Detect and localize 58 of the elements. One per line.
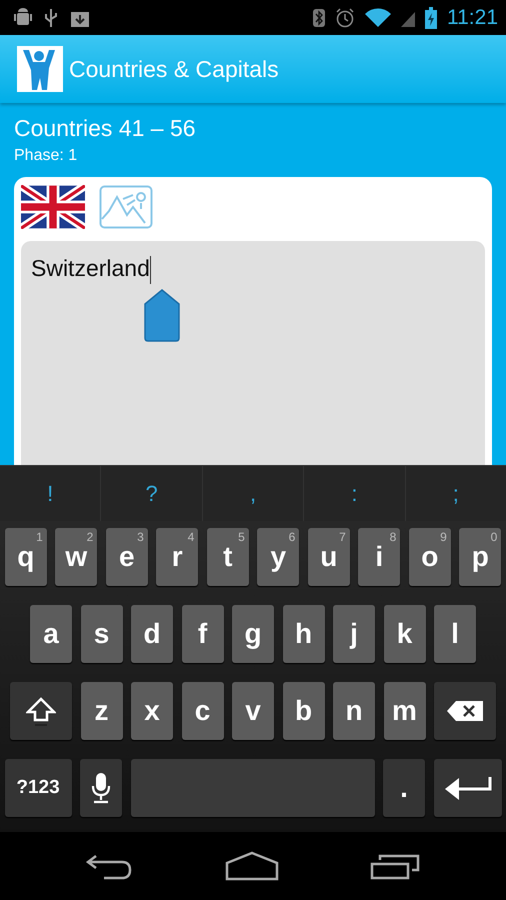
app-logo-icon[interactable]: [17, 46, 63, 92]
home-icon[interactable]: [224, 851, 279, 881]
letter-key[interactable]: g: [232, 605, 274, 663]
answer-field[interactable]: Switzerland: [21, 241, 485, 465]
letter-key[interactable]: 1 q: [4, 528, 47, 586]
backspace-icon: [446, 700, 484, 722]
letter-key[interactable]: h: [282, 605, 324, 663]
letter-key[interactable]: x: [131, 682, 173, 740]
letter-key[interactable]: z: [80, 682, 122, 740]
suggestion-key[interactable]: ?: [100, 466, 202, 521]
letter-key[interactable]: c: [182, 682, 224, 740]
letter-key[interactable]: 4 r: [156, 528, 198, 586]
letter-key[interactable]: d: [131, 605, 173, 663]
suggestion-key[interactable]: ,: [202, 466, 304, 521]
suggestion-key[interactable]: !: [0, 466, 100, 521]
letter-key[interactable]: j: [333, 605, 375, 663]
cursor-handle[interactable]: [143, 288, 181, 342]
letter-key[interactable]: s: [80, 605, 122, 663]
android-icon: [14, 8, 32, 28]
symbols-key[interactable]: ?123: [4, 759, 72, 817]
letter-key[interactable]: 0 p: [459, 528, 502, 586]
delete-key[interactable]: [434, 682, 496, 740]
letter-key[interactable]: v: [232, 682, 274, 740]
letter-key[interactable]: n: [333, 682, 375, 740]
letter-key[interactable]: 9 o: [408, 528, 451, 586]
letter-key[interactable]: m: [384, 682, 426, 740]
letter-key[interactable]: 7 u: [308, 528, 350, 586]
letter-key[interactable]: 6 y: [257, 528, 300, 586]
alarm-icon: [335, 8, 355, 28]
letter-key[interactable]: 2 w: [55, 528, 98, 586]
letter-key[interactable]: l: [434, 605, 476, 663]
app-title: Countries & Capitals: [69, 56, 279, 82]
letter-key[interactable]: 8 i: [358, 528, 400, 586]
letter-key[interactable]: 5 t: [206, 528, 249, 586]
phase-label: Phase: 1: [14, 147, 78, 165]
usb-icon: [44, 8, 58, 28]
letter-key[interactable]: 3 e: [106, 528, 148, 586]
shift-icon: [26, 696, 56, 726]
suggestion-key[interactable]: :: [303, 466, 405, 521]
shift-key[interactable]: [10, 682, 72, 740]
letter-key[interactable]: k: [384, 605, 426, 663]
flag-icon: [21, 185, 85, 229]
wifi-icon: [365, 8, 391, 28]
voice-input-key[interactable]: [80, 759, 122, 817]
suggestion-key[interactable]: ;: [404, 466, 506, 521]
range-heading: Countries 41 – 56: [14, 115, 197, 142]
clock-time: 11:21: [447, 6, 498, 30]
back-icon[interactable]: [86, 852, 134, 880]
letter-key[interactable]: f: [182, 605, 224, 663]
letter-key[interactable]: b: [282, 682, 324, 740]
bluetooth-icon: [313, 8, 325, 28]
letter-key[interactable]: a: [30, 605, 72, 663]
period-key[interactable]: .: [383, 759, 425, 817]
enter-key[interactable]: [434, 759, 502, 817]
battery-icon: [425, 6, 437, 28]
enter-arrow-icon: [442, 774, 492, 802]
microphone-icon: [91, 772, 111, 804]
recent-apps-icon[interactable]: [370, 852, 420, 880]
